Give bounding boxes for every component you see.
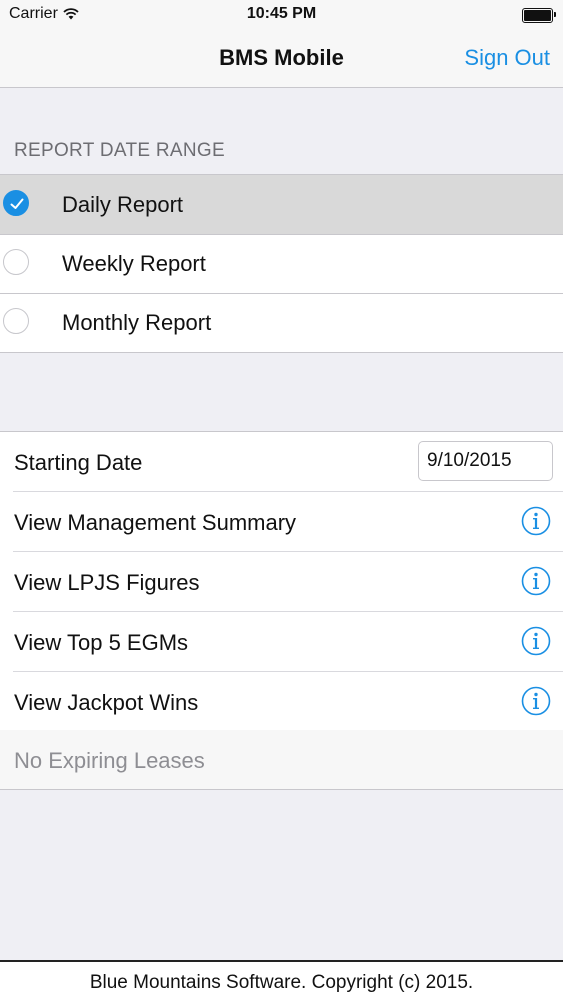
report-range-options: Daily Report Weekly Report Monthly Repor… xyxy=(0,174,563,353)
checkmark-icon xyxy=(10,198,24,209)
info-icon[interactable] xyxy=(521,506,551,536)
copyright-text: Blue Mountains Software. Copyright (c) 2… xyxy=(89,972,474,993)
daily-report-option[interactable]: Daily Report xyxy=(0,175,563,234)
view-lpjs-figures-row[interactable]: View LPJS Figures xyxy=(13,552,563,612)
starting-date-field[interactable] xyxy=(418,441,553,481)
expiring-leases-label: No Expiring Leases xyxy=(14,748,205,773)
monthly-report-option[interactable]: Monthly Report xyxy=(0,293,563,352)
monthly-report-label: Monthly Report xyxy=(62,310,212,335)
view-jackpot-wins-label: View Jackpot Wins xyxy=(14,690,199,715)
status-time: 10:45 PM xyxy=(246,5,317,22)
sign-out-button[interactable]: Sign Out xyxy=(464,45,550,71)
view-top-5-egms-label: View Top 5 EGMs xyxy=(14,630,189,655)
view-lpjs-figures-label: View LPJS Figures xyxy=(14,570,200,595)
radio-unselected-icon xyxy=(3,249,29,275)
view-jackpot-wins-row[interactable]: View Jackpot Wins xyxy=(13,672,563,732)
info-icon[interactable] xyxy=(521,686,551,716)
report-actions-list: Starting Date View Management Summary Vi… xyxy=(0,431,563,732)
info-icon[interactable] xyxy=(521,626,551,656)
daily-report-label: Daily Report xyxy=(62,192,184,217)
battery-icon xyxy=(522,8,556,23)
radio-selected-icon xyxy=(3,190,29,216)
copyright-bar: Blue Mountains Software. Copyright (c) 2… xyxy=(0,960,563,1002)
view-management-summary-label: View Management Summary xyxy=(14,510,297,535)
starting-date-row: Starting Date xyxy=(13,432,563,492)
view-top-5-egms-row[interactable]: View Top 5 EGMs xyxy=(13,612,563,672)
weekly-report-label: Weekly Report xyxy=(62,251,206,276)
starting-date-label: Starting Date xyxy=(14,450,143,475)
report-date-range-header: REPORT DATE RANGE xyxy=(14,140,225,161)
view-management-summary-row[interactable]: View Management Summary xyxy=(13,492,563,552)
navigation-bar: BMS Mobile Sign Out xyxy=(0,29,563,88)
expiring-leases-row: No Expiring Leases xyxy=(0,730,563,790)
weekly-report-option[interactable]: Weekly Report xyxy=(0,234,563,293)
radio-unselected-icon xyxy=(3,308,29,334)
info-icon[interactable] xyxy=(521,566,551,596)
status-bar: Carrier 10:45 PM xyxy=(0,0,563,29)
